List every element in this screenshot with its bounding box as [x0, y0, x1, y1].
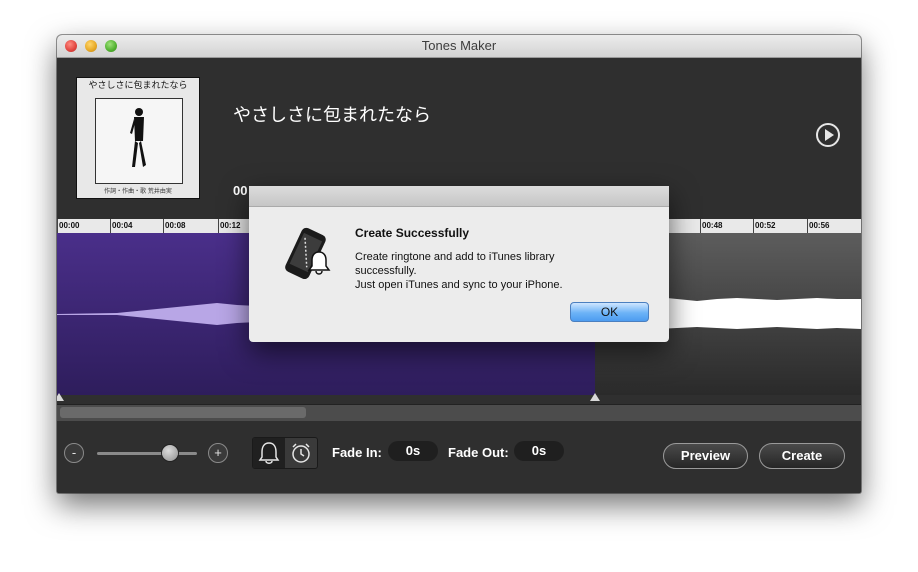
ruler-tick	[218, 219, 219, 233]
fade-out-label: Fade Out:	[448, 445, 509, 460]
ruler-label: 00:00	[59, 221, 80, 230]
dialog-message-line: Create ringtone and add to iTunes librar…	[355, 251, 555, 263]
alarm-mode-button[interactable]	[285, 438, 317, 468]
fade-in-label: Fade In:	[332, 445, 382, 460]
bell-icon	[258, 442, 280, 464]
minimize-window-button[interactable]	[85, 40, 97, 52]
ruler-label: 00:08	[165, 221, 186, 230]
ok-button[interactable]: OK	[570, 302, 649, 322]
create-button[interactable]: Create	[759, 443, 845, 469]
dialog-title-bar	[249, 186, 669, 207]
song-title: やさしさに包まれたなら	[233, 105, 431, 125]
ruler-tick	[110, 219, 111, 233]
zoom-out-button[interactable]: -	[64, 443, 84, 463]
ruler-tick	[807, 219, 808, 233]
dialog-message: Create ringtone and add to iTunes librar…	[355, 250, 563, 292]
zoom-slider[interactable]	[97, 452, 197, 455]
title-bar[interactable]: Tones Maker	[57, 35, 861, 58]
zoom-window-button[interactable]	[105, 40, 117, 52]
album-cover-caption: 作詞・作曲・歌 荒井由実	[104, 189, 172, 195]
ruler-tick	[700, 219, 701, 233]
album-art: やさしさに包まれたなら 作詞・作曲・歌 荒井由実	[77, 78, 199, 198]
close-window-button[interactable]	[65, 40, 77, 52]
album-cover-title: やさしさに包まれたなら	[88, 80, 188, 90]
play-button[interactable]	[816, 123, 840, 147]
dialog-message-line: successfully.	[355, 265, 417, 277]
ruler-tick	[753, 219, 754, 233]
overview-scrollbar[interactable]	[57, 404, 861, 422]
overview-thumb[interactable]	[60, 407, 306, 418]
album-figure-icon	[130, 108, 146, 167]
success-dialog: Create Successfully Create ringtone and …	[249, 186, 669, 342]
control-bar: - + Fade In: 0s Fade Out: 0s Preview Cre…	[57, 421, 861, 493]
zoom-in-button[interactable]: +	[208, 443, 228, 463]
end-handle[interactable]	[590, 393, 600, 401]
alarm-clock-icon	[292, 443, 310, 463]
fade-out-value[interactable]: 0s	[514, 441, 564, 461]
fade-in-value[interactable]: 0s	[388, 441, 438, 461]
album-photo-frame	[95, 98, 183, 184]
ruler-tick	[57, 219, 58, 233]
window-title: Tones Maker	[421, 38, 497, 53]
dialog-message-line: Just open iTunes and sync to your iPhone…	[355, 279, 563, 291]
ruler-tick	[163, 219, 164, 233]
ruler-label: 00:52	[755, 221, 776, 230]
zoom-slider-knob[interactable]	[162, 445, 178, 461]
preview-button[interactable]: Preview	[663, 443, 748, 469]
time-display: 00	[233, 183, 248, 198]
ruler-label: 00:48	[702, 221, 723, 230]
ringtone-phone-icon	[285, 227, 331, 280]
start-handle[interactable]	[57, 393, 64, 401]
ruler-label: 00:56	[809, 221, 830, 230]
ringtone-mode-button[interactable]	[253, 438, 285, 468]
ruler-label: 00:12	[220, 221, 241, 230]
play-icon	[825, 129, 834, 141]
ruler-label: 00:04	[112, 221, 133, 230]
dialog-title: Create Successfully	[355, 226, 470, 240]
mode-toggle	[252, 437, 318, 469]
